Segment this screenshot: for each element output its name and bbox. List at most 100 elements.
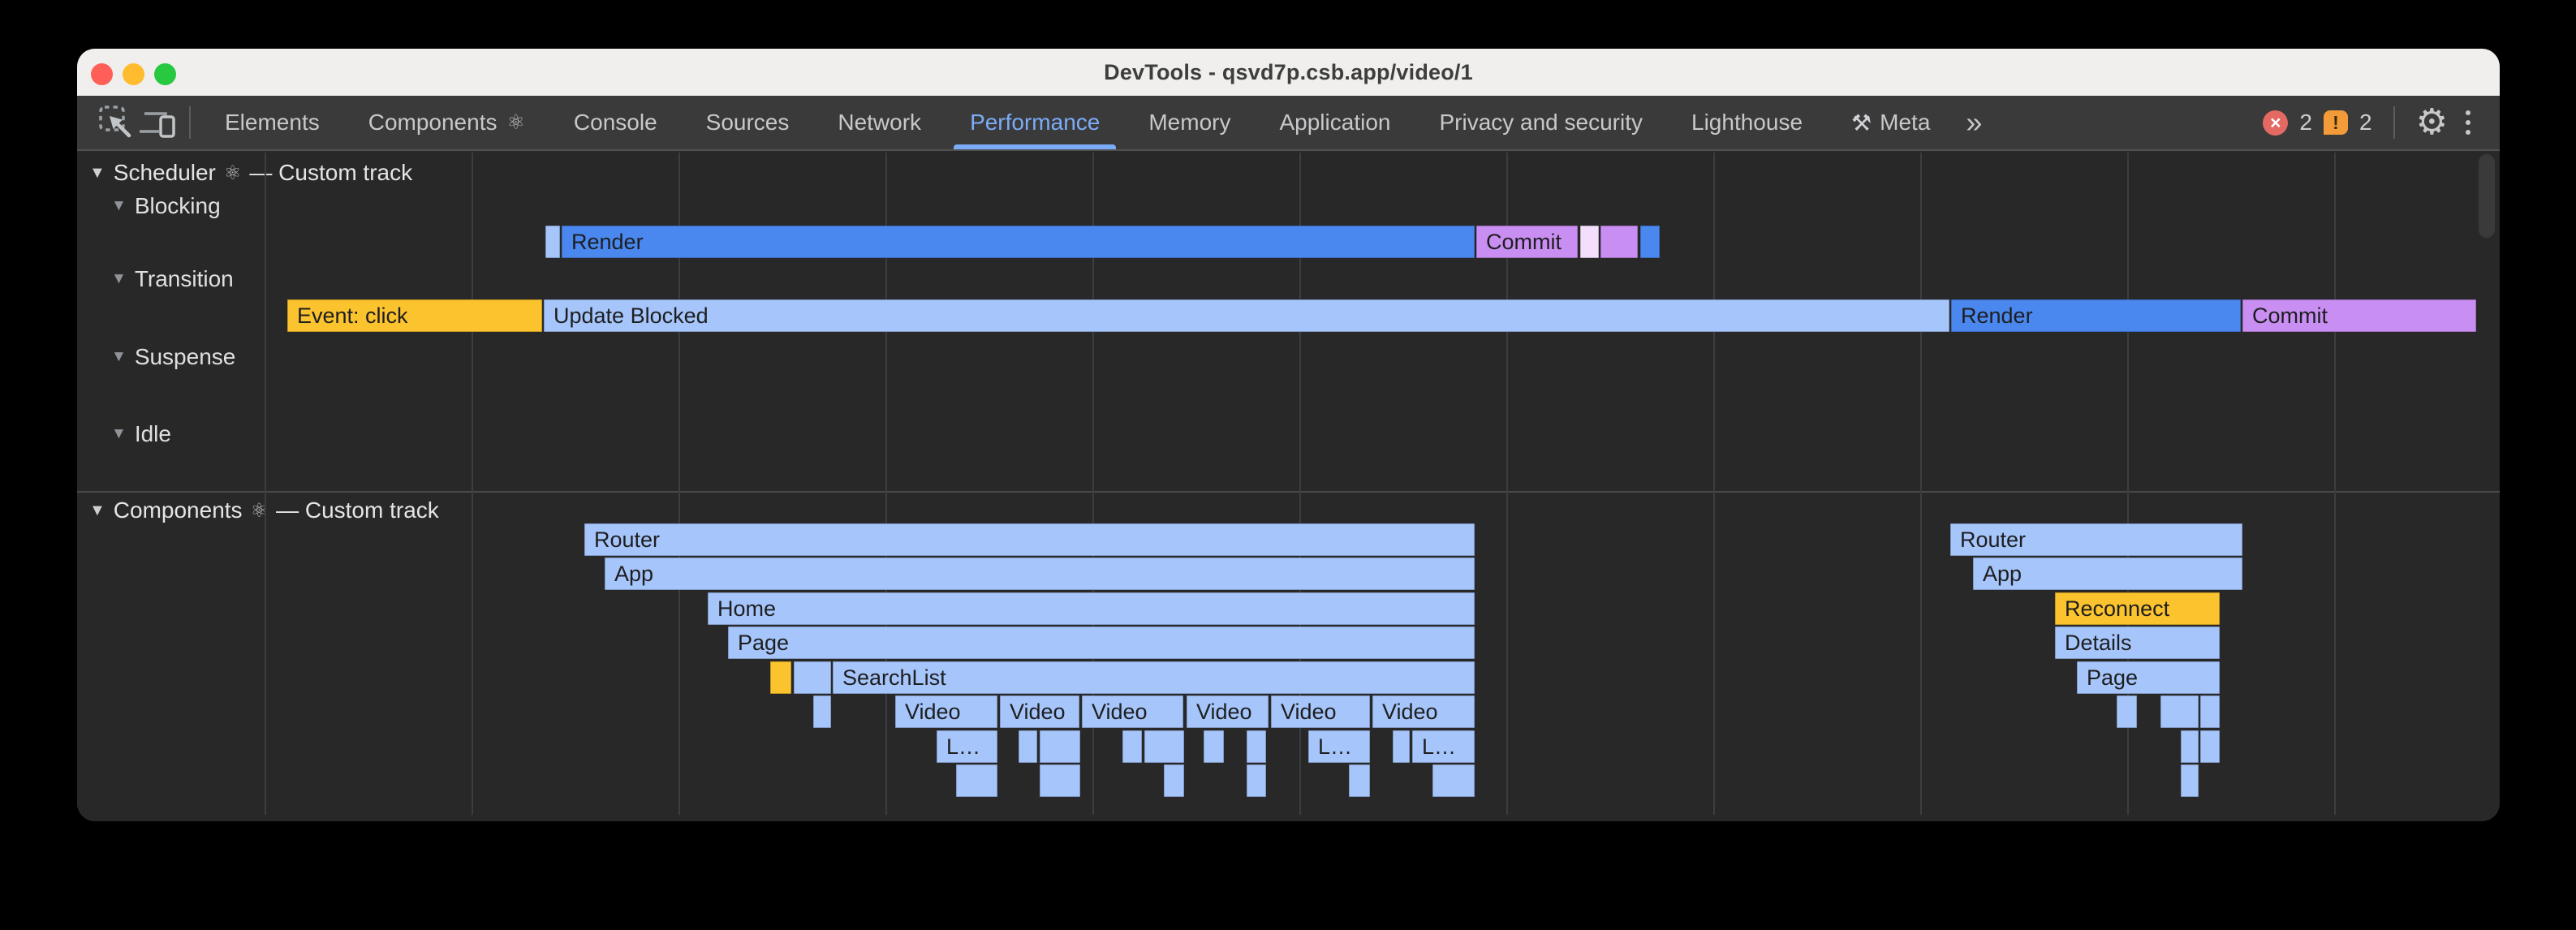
- tab-memory[interactable]: Memory: [1124, 96, 1255, 149]
- components-bar[interactable]: [2200, 730, 2220, 763]
- collapse-triangle-icon[interactable]: ▼: [89, 502, 106, 520]
- tab-lighthouse[interactable]: Lighthouse: [1667, 96, 1827, 149]
- tab-label: Components: [368, 110, 498, 136]
- components-bar-page[interactable]: Page: [2077, 661, 2220, 694]
- components-bar-app[interactable]: App: [605, 558, 1475, 590]
- bar-label: Video: [1082, 695, 1183, 728]
- scheduler-bar-render[interactable]: Render: [562, 226, 1475, 258]
- performance-timeline: ▼ Scheduler ⚛ — Custom track ▼Blocking ▼T…: [77, 153, 2500, 821]
- scheduler-bar[interactable]: [1640, 226, 1660, 258]
- components-bar-home[interactable]: Home: [708, 592, 1475, 625]
- components-bar[interactable]: [1164, 764, 1184, 797]
- scheduler-bar[interactable]: [1580, 226, 1599, 258]
- vertical-scrollbar-thumb[interactable]: [2479, 154, 2495, 238]
- warning-icon[interactable]: !: [2324, 110, 2348, 135]
- components-bar[interactable]: [1040, 764, 1080, 797]
- settings-gear-icon[interactable]: ⚙: [2416, 105, 2448, 140]
- components-bar[interactable]: [1122, 730, 1142, 763]
- components-bar[interactable]: [956, 764, 997, 797]
- close-traffic-light[interactable]: [91, 63, 113, 85]
- bar-label: Video: [1000, 695, 1079, 728]
- components-bar[interactable]: [2160, 695, 2199, 728]
- collapse-triangle-icon[interactable]: ▼: [89, 164, 106, 183]
- tab-privacy-and-security[interactable]: Privacy and security: [1415, 96, 1667, 149]
- collapse-triangle-icon[interactable]: ▼: [111, 197, 127, 215]
- components-bar-details[interactable]: Details: [2055, 626, 2220, 659]
- tab-label: Memory: [1148, 110, 1230, 136]
- components-bar[interactable]: [770, 661, 791, 694]
- error-icon[interactable]: ×: [2263, 110, 2288, 136]
- components-bar[interactable]: [1349, 764, 1370, 797]
- collapse-triangle-icon[interactable]: ▼: [111, 425, 127, 443]
- scheduler-bar-event-click[interactable]: Event: click: [287, 299, 542, 332]
- tab-application[interactable]: Application: [1255, 96, 1415, 149]
- components-bar-page[interactable]: Page: [728, 626, 1475, 659]
- components-bar[interactable]: [2181, 764, 2199, 797]
- components-bar-reconnect[interactable]: Reconnect: [2055, 592, 2220, 625]
- lane-transition[interactable]: ▼Transition: [111, 266, 234, 292]
- components-bar-searchlist[interactable]: SearchList: [833, 661, 1475, 694]
- bar-label: Commit: [1476, 226, 1578, 258]
- components-bar-router[interactable]: Router: [584, 523, 1475, 556]
- components-bar-video[interactable]: Video: [1187, 695, 1269, 728]
- components-bar[interactable]: [1393, 730, 1410, 763]
- components-bar[interactable]: [1144, 730, 1184, 763]
- components-bar[interactable]: [813, 695, 831, 728]
- toggle-device-toolbar-icon[interactable]: [137, 101, 179, 144]
- tab-label: Performance: [970, 110, 1100, 136]
- components-bar[interactable]: [1247, 730, 1266, 763]
- bar-label: Update Blocked: [544, 299, 1949, 332]
- components-bar[interactable]: [1204, 730, 1224, 763]
- lane-blocking[interactable]: ▼Blocking: [111, 193, 221, 219]
- tab-meta[interactable]: ⚒Meta: [1827, 96, 1954, 149]
- components-bar-l[interactable]: L…: [1412, 730, 1475, 763]
- components-bar[interactable]: [1019, 730, 1037, 763]
- components-bar[interactable]: [794, 661, 831, 694]
- components-bar-l[interactable]: L…: [1308, 730, 1370, 763]
- components-bar[interactable]: [2117, 695, 2137, 728]
- components-bar[interactable]: [1432, 764, 1475, 797]
- inspect-element-icon[interactable]: [95, 101, 137, 144]
- components-bar[interactable]: [2200, 695, 2220, 728]
- tab-performance[interactable]: Performance: [946, 96, 1124, 149]
- lane-suspense[interactable]: ▼ Suspense: [111, 344, 235, 370]
- components-bar-video[interactable]: Video: [1372, 695, 1475, 728]
- scheduler-bar-commit[interactable]: Commit: [1476, 226, 1578, 258]
- components-bar-l[interactable]: L…: [937, 730, 997, 763]
- components-bar[interactable]: [1040, 730, 1080, 763]
- timeline-gridline: [265, 153, 266, 815]
- tab-components[interactable]: Components⚛: [344, 96, 549, 149]
- tab-label: Sources: [706, 110, 790, 136]
- components-bar-video[interactable]: Video: [1000, 695, 1079, 728]
- timeline-gridline: [2334, 153, 2336, 815]
- scheduler-bar-commit[interactable]: Commit: [2242, 299, 2476, 332]
- collapse-triangle-icon[interactable]: ▼: [111, 270, 127, 288]
- tab-console[interactable]: Console: [549, 96, 682, 149]
- tab-network[interactable]: Network: [813, 96, 946, 149]
- warning-count[interactable]: 2: [2359, 110, 2372, 136]
- more-tabs-icon[interactable]: »: [1954, 108, 1993, 137]
- components-bar-app[interactable]: App: [1973, 558, 2242, 590]
- minimize-traffic-light[interactable]: [123, 63, 144, 85]
- error-count[interactable]: 2: [2299, 110, 2312, 136]
- bar-label: App: [1973, 558, 2242, 590]
- components-track-type: — Custom track: [276, 497, 439, 523]
- components-bar[interactable]: [2181, 730, 2199, 763]
- collapse-triangle-icon[interactable]: ▼: [111, 348, 127, 366]
- components-bar[interactable]: [1247, 764, 1266, 797]
- lane-label: Suspense: [135, 344, 236, 370]
- components-bar-router[interactable]: Router: [1950, 523, 2242, 556]
- kebab-menu-icon[interactable]: [2459, 110, 2477, 135]
- zoom-traffic-light[interactable]: [154, 63, 176, 85]
- components-bar-video[interactable]: Video: [1082, 695, 1183, 728]
- tab-sources[interactable]: Sources: [682, 96, 814, 149]
- tab-elements[interactable]: Elements: [200, 96, 344, 149]
- scheduler-bar-update-blocked[interactable]: Update Blocked: [544, 299, 1949, 332]
- scheduler-bar-render[interactable]: Render: [1951, 299, 2241, 332]
- scheduler-track-header[interactable]: ▼ Scheduler ⚛ — Custom track: [89, 160, 412, 186]
- scheduler-bar[interactable]: [545, 226, 560, 258]
- scheduler-bar[interactable]: [1600, 226, 1638, 258]
- lane-idle[interactable]: ▼Idle: [111, 421, 171, 447]
- components-bar-video[interactable]: Video: [895, 695, 997, 728]
- components-bar-video[interactable]: Video: [1271, 695, 1370, 728]
